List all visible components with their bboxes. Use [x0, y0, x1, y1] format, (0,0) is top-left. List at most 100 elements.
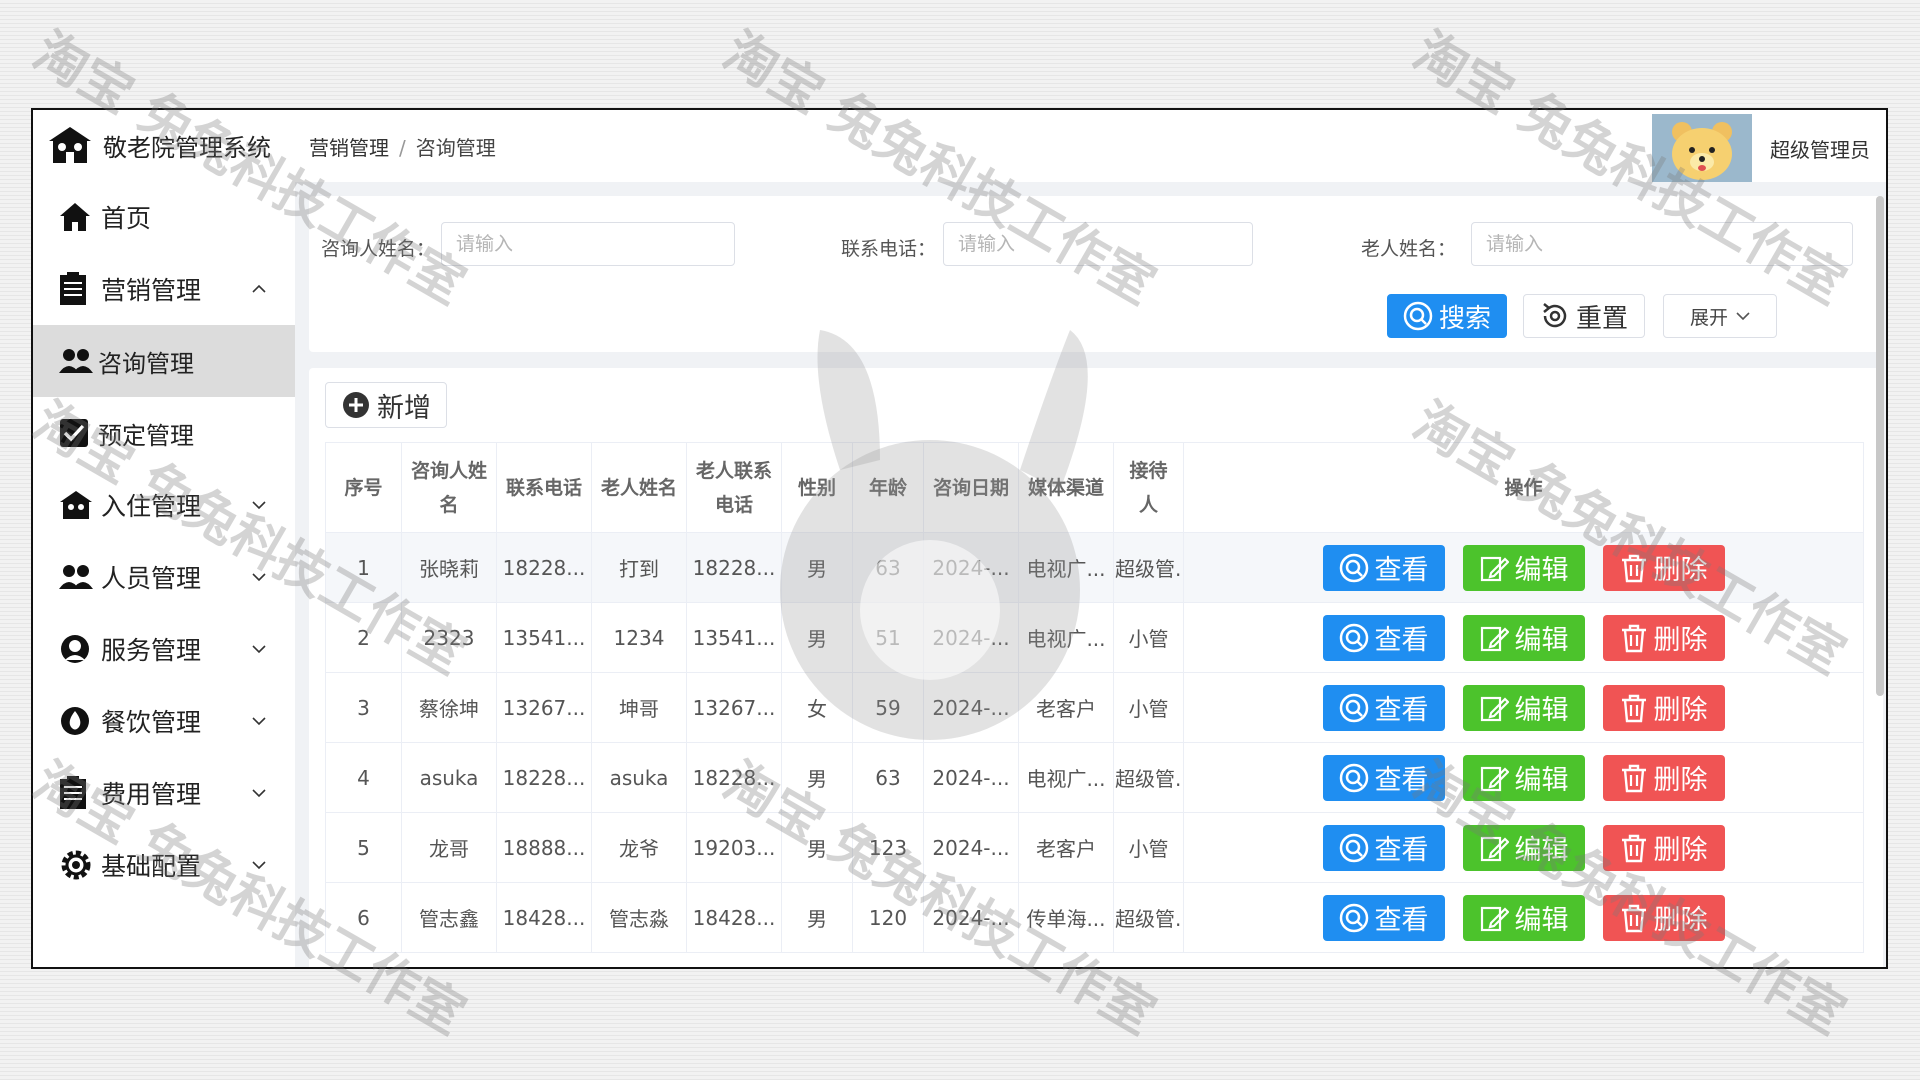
delete-button[interactable]: 删除 — [1602, 614, 1725, 661]
app-window: 敬老院管理系统 首页 营销管理 咨询管理 预定管理 入住管理 人员管理 服务管理… — [31, 108, 1888, 969]
app-title: 敬老院管理系统 — [103, 133, 271, 162]
cell-date: 2024-... — [923, 742, 1019, 813]
vertical-scrollbar[interactable] — [1876, 196, 1884, 696]
table-row: 3 蔡徐坤 13267... 坤哥 13267... 女 59 2024-... 老客户 小管 查… — [325, 672, 1864, 743]
breadcrumb-item-consultation: 咨询管理 — [415, 136, 496, 160]
view-button[interactable]: 查看 — [1322, 824, 1445, 871]
cell-date: 2024-... — [923, 672, 1019, 743]
cell-elder-phone: 13541... — [686, 602, 782, 673]
search-button[interactable]: 搜索 — [1387, 294, 1507, 338]
consultant-name-label: 咨询人姓名： — [321, 238, 436, 260]
reset-button[interactable]: 重置 — [1523, 294, 1645, 338]
sidebar-item-dining[interactable]: 餐饮管理 — [33, 685, 295, 757]
house-icon — [60, 491, 92, 519]
view-button[interactable]: 查看 — [1322, 894, 1445, 941]
view-button[interactable]: 查看 — [1322, 754, 1445, 801]
delete-button[interactable]: 删除 — [1602, 824, 1725, 871]
sidebar-item-fees[interactable]: 费用管理 — [33, 757, 295, 829]
cell-consultant: 龙哥 — [401, 812, 497, 883]
nursing-home-icon — [49, 127, 91, 163]
expand-button[interactable]: 展开 — [1663, 294, 1777, 338]
sidebar-item-config[interactable]: 基础配置 — [33, 829, 295, 901]
user-name[interactable]: 超级管理员 — [1770, 134, 1870, 163]
cell-age: 120 — [852, 882, 924, 953]
trash-icon — [1621, 554, 1646, 582]
edit-button-label: 编辑 — [1514, 765, 1569, 796]
sidebar-item-staff[interactable]: 人员管理 — [33, 541, 295, 613]
col-header-receptionist: 接待人 — [1113, 442, 1184, 533]
sidebar-item-consultation[interactable]: 咨询管理 — [33, 325, 295, 397]
view-button[interactable]: 查看 — [1322, 684, 1445, 731]
edit-icon — [1480, 696, 1509, 721]
edit-button-label: 编辑 — [1514, 625, 1569, 656]
gear-icon — [61, 850, 91, 880]
sidebar-item-home[interactable]: 首页 — [33, 181, 295, 253]
trash-icon — [1621, 834, 1646, 862]
sidebar-item-label: 服务管理 — [101, 636, 202, 665]
sidebar-item-service[interactable]: 服务管理 — [33, 613, 295, 685]
view-button-label: 查看 — [1374, 695, 1429, 726]
delete-button-label: 删除 — [1653, 625, 1708, 656]
cell-age: 123 — [852, 812, 924, 883]
sidebar-item-checkin[interactable]: 入住管理 — [33, 469, 295, 541]
search-icon — [1403, 301, 1433, 331]
cell-date: 2024-... — [923, 882, 1019, 953]
cell-age: 63 — [852, 742, 924, 813]
cell-actions: 查看 编辑 删除 — [1183, 602, 1864, 673]
cell-elder-name: asuka — [591, 742, 687, 813]
consultation-table: 序号 咨询人姓名 联系电话 老人姓名 老人联系电话 性别 年龄 咨询日期 媒体渠… — [325, 442, 1864, 953]
chevron-down-icon — [252, 717, 266, 726]
delete-button[interactable]: 删除 — [1602, 544, 1725, 591]
edit-button[interactable]: 编辑 — [1462, 614, 1585, 661]
view-button[interactable]: 查看 — [1322, 544, 1445, 591]
sidebar-item-marketing[interactable]: 营销管理 — [33, 253, 295, 325]
edit-button[interactable]: 编辑 — [1462, 824, 1585, 871]
chevron-down-icon — [252, 501, 266, 510]
sidebar-item-label: 入住管理 — [101, 492, 202, 521]
edit-icon — [1480, 556, 1509, 581]
cell-actions: 查看 编辑 删除 — [1183, 882, 1864, 953]
delete-button[interactable]: 删除 — [1602, 894, 1725, 941]
trash-icon — [1621, 904, 1646, 932]
edit-button[interactable]: 编辑 — [1462, 544, 1585, 591]
add-button[interactable]: 新增 — [325, 382, 447, 428]
col-header-age: 年龄 — [852, 442, 924, 533]
app-logo: 敬老院管理系统 — [33, 110, 295, 180]
add-button-label: 新增 — [377, 392, 431, 424]
sidebar-item-reservation[interactable]: 预定管理 — [33, 397, 295, 469]
edit-button[interactable]: 编辑 — [1462, 684, 1585, 731]
elder-name-label: 老人姓名： — [1361, 238, 1457, 260]
cell-elder-phone: 13267... — [686, 672, 782, 743]
sidebar-item-label: 基础配置 — [101, 852, 202, 881]
breadcrumb-item-marketing[interactable]: 营销管理 — [309, 136, 389, 160]
cell-consultant: 蔡徐坤 — [401, 672, 497, 743]
delete-button[interactable]: 删除 — [1602, 754, 1725, 801]
sidebar-item-label: 预定管理 — [98, 421, 194, 450]
col-header-gender: 性别 — [781, 442, 853, 533]
phone-input[interactable] — [943, 222, 1253, 266]
cell-elder-phone: 18428... — [686, 882, 782, 953]
home-icon — [60, 203, 90, 231]
search-icon — [1339, 763, 1368, 792]
top-header: 营销管理 / 咨询管理 超级管理员 — [295, 110, 1886, 182]
cell-elder-name: 打到 — [591, 532, 687, 603]
view-button-label: 查看 — [1374, 905, 1429, 936]
cell-consultant: 2323 — [401, 602, 497, 673]
delete-button-label: 删除 — [1653, 835, 1708, 866]
consultant-name-input[interactable] — [441, 222, 735, 266]
edit-button[interactable]: 编辑 — [1462, 754, 1585, 801]
cell-gender: 男 — [781, 882, 853, 953]
cell-index: 2 — [325, 602, 402, 673]
view-button[interactable]: 查看 — [1322, 614, 1445, 661]
search-icon — [1339, 833, 1368, 862]
avatar[interactable] — [1652, 114, 1752, 182]
cell-elder-phone: 18228... — [686, 532, 782, 603]
elder-name-input[interactable] — [1471, 222, 1853, 266]
edit-button[interactable]: 编辑 — [1462, 894, 1585, 941]
delete-button[interactable]: 删除 — [1602, 684, 1725, 731]
cell-channel: 电视广... — [1018, 532, 1114, 603]
add-circle-icon — [343, 392, 369, 418]
col-header-actions: 操作 — [1183, 442, 1864, 533]
cell-receptionist: 超级管... — [1113, 882, 1184, 953]
chevron-down-icon — [252, 573, 266, 582]
